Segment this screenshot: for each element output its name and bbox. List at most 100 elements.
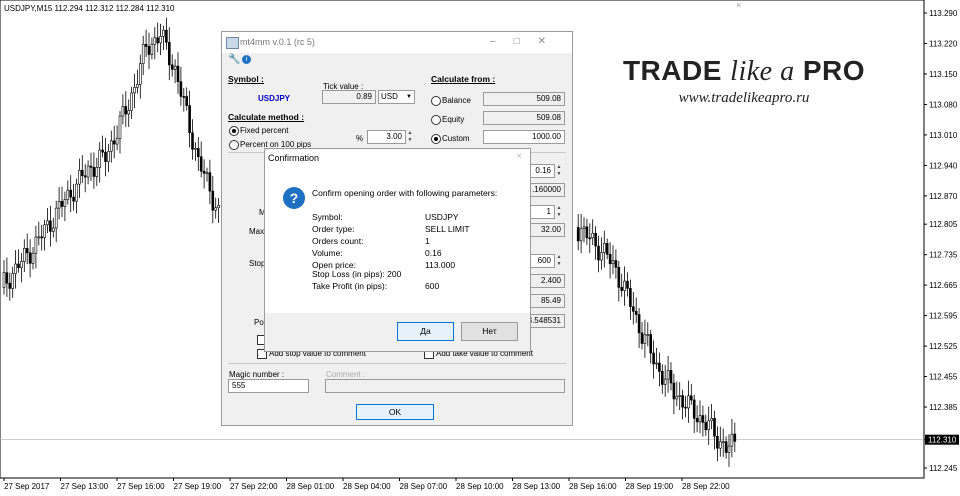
- candle-body: [121, 106, 125, 117]
- candle-body: [57, 201, 61, 209]
- candle-body: [159, 36, 162, 44]
- fixed-percent-radio[interactable]: [229, 126, 239, 136]
- balance-field[interactable]: 509.08: [483, 92, 565, 106]
- candle-body: [144, 43, 148, 47]
- take-profit-spinner[interactable]: ▲ ▼: [555, 254, 563, 268]
- percent-spinner[interactable]: ▲ ▼: [406, 130, 414, 144]
- confirm-titlebar[interactable]: Confirmation ×: [265, 149, 530, 166]
- no-button[interactable]: Нет: [461, 322, 518, 341]
- window-buttons[interactable]: –□✕: [490, 36, 564, 47]
- candle-body: [600, 252, 603, 261]
- chevron-down-icon: ▼: [406, 94, 412, 100]
- custom-field[interactable]: 1000.00: [483, 130, 565, 144]
- percent-100-radio[interactable]: [229, 140, 239, 150]
- magic-number-input[interactable]: 555: [228, 379, 309, 393]
- fixed-percent-label: Fixed percent: [240, 126, 289, 135]
- position-field[interactable]: 3.548531: [525, 314, 565, 328]
- info-icon[interactable]: i: [242, 55, 251, 64]
- price-label: 112.870: [929, 192, 958, 201]
- time-label: 28 Sep 01:00: [287, 482, 335, 491]
- candle-body: [588, 237, 592, 240]
- candle-body: [710, 418, 713, 422]
- candle-body: [182, 96, 186, 98]
- candle-body: [637, 314, 641, 334]
- chart-close-icon[interactable]: ×: [736, 0, 741, 10]
- take-profit-key: Take Profit (in pips):: [312, 281, 388, 291]
- close-icon[interactable]: ×: [516, 151, 522, 162]
- brand-title: TRADE like a PRO: [622, 55, 866, 87]
- candle-body: [197, 147, 200, 157]
- symbol-header: Symbol :: [228, 74, 264, 84]
- param-key: Volume:: [312, 248, 343, 258]
- candle-body: [684, 406, 687, 409]
- candle-body: [156, 37, 159, 44]
- take-price-field[interactable]: 2.400: [525, 274, 565, 288]
- candle-body: [173, 65, 177, 70]
- candle-body: [11, 273, 14, 289]
- left-label-stop: Stop: [249, 259, 266, 268]
- lot-field[interactable]: .160000: [525, 183, 565, 197]
- candle-body: [649, 334, 653, 354]
- tick-value-field[interactable]: 0.89: [322, 90, 376, 104]
- candle-body: [191, 132, 194, 150]
- price-label: 112.385: [929, 403, 958, 412]
- take-amount-field[interactable]: 85.49: [525, 294, 565, 308]
- equity-radio[interactable]: [431, 115, 441, 125]
- custom-radio[interactable]: [431, 134, 441, 144]
- percent-input[interactable]: 3.00: [367, 130, 406, 144]
- price-label: 113.010: [929, 131, 958, 140]
- candle-body: [136, 84, 139, 88]
- candle-body: [623, 280, 626, 291]
- brand-url: www.tradelikeapro.ru: [678, 90, 810, 106]
- candle-body: [730, 433, 734, 447]
- candle-body: [634, 311, 638, 315]
- param-value: 0.16: [425, 248, 442, 258]
- candle-body: [733, 433, 737, 442]
- candle-body: [631, 306, 635, 312]
- candle-body: [202, 170, 206, 174]
- max-field[interactable]: 32.00: [525, 223, 565, 237]
- candle-body: [22, 248, 26, 262]
- magic-number-label: Magic number :: [229, 370, 285, 379]
- dialog-title: mt4mm v.0.1 (rc 5): [240, 37, 315, 47]
- price-label: 112.455: [929, 373, 958, 382]
- orders-count-spinner[interactable]: ▲ ▼: [555, 205, 563, 219]
- candle-body: [724, 441, 728, 453]
- candle-body: [31, 252, 35, 264]
- candle-body: [46, 220, 49, 226]
- time-label: 27 Sep 16:00: [117, 482, 165, 491]
- candle-body: [28, 252, 32, 264]
- ok-button[interactable]: OK: [356, 404, 434, 420]
- balance-radio[interactable]: [431, 96, 441, 106]
- price-label: 112.245: [929, 464, 958, 473]
- candle-body: [594, 232, 597, 247]
- candle-body: [86, 165, 90, 178]
- param-value: USDJPY: [425, 212, 459, 222]
- price-label: 113.080: [929, 100, 958, 109]
- price-label: 112.805: [929, 220, 958, 229]
- tick-currency-select[interactable]: USD ▼: [378, 90, 415, 104]
- yes-button[interactable]: Да: [397, 322, 454, 341]
- candle-body: [620, 287, 624, 291]
- candle-body: [199, 156, 203, 172]
- comment-input[interactable]: [325, 379, 565, 393]
- candle-body: [214, 207, 217, 211]
- candle-body: [692, 399, 696, 419]
- candle-body: [608, 254, 612, 265]
- candle-body: [78, 169, 81, 185]
- candle-body: [49, 220, 52, 232]
- candle-body: [626, 280, 629, 289]
- wrench-icon[interactable]: 🔧: [228, 54, 240, 65]
- candle-body: [179, 81, 183, 97]
- candle-body: [37, 236, 41, 239]
- candle-body: [153, 37, 157, 45]
- candle-body: [646, 334, 650, 336]
- price-label: 112.525: [929, 342, 958, 351]
- volume-spinner[interactable]: ▲ ▼: [555, 164, 563, 178]
- candle-body: [107, 150, 110, 162]
- price-label: 113.150: [929, 70, 958, 79]
- candle-body: [681, 395, 684, 408]
- candle-body: [83, 175, 87, 178]
- equity-field[interactable]: 509.08: [483, 111, 565, 125]
- dialog-titlebar[interactable]: mt4mm v.0.1 (rc 5) –□✕: [222, 32, 572, 53]
